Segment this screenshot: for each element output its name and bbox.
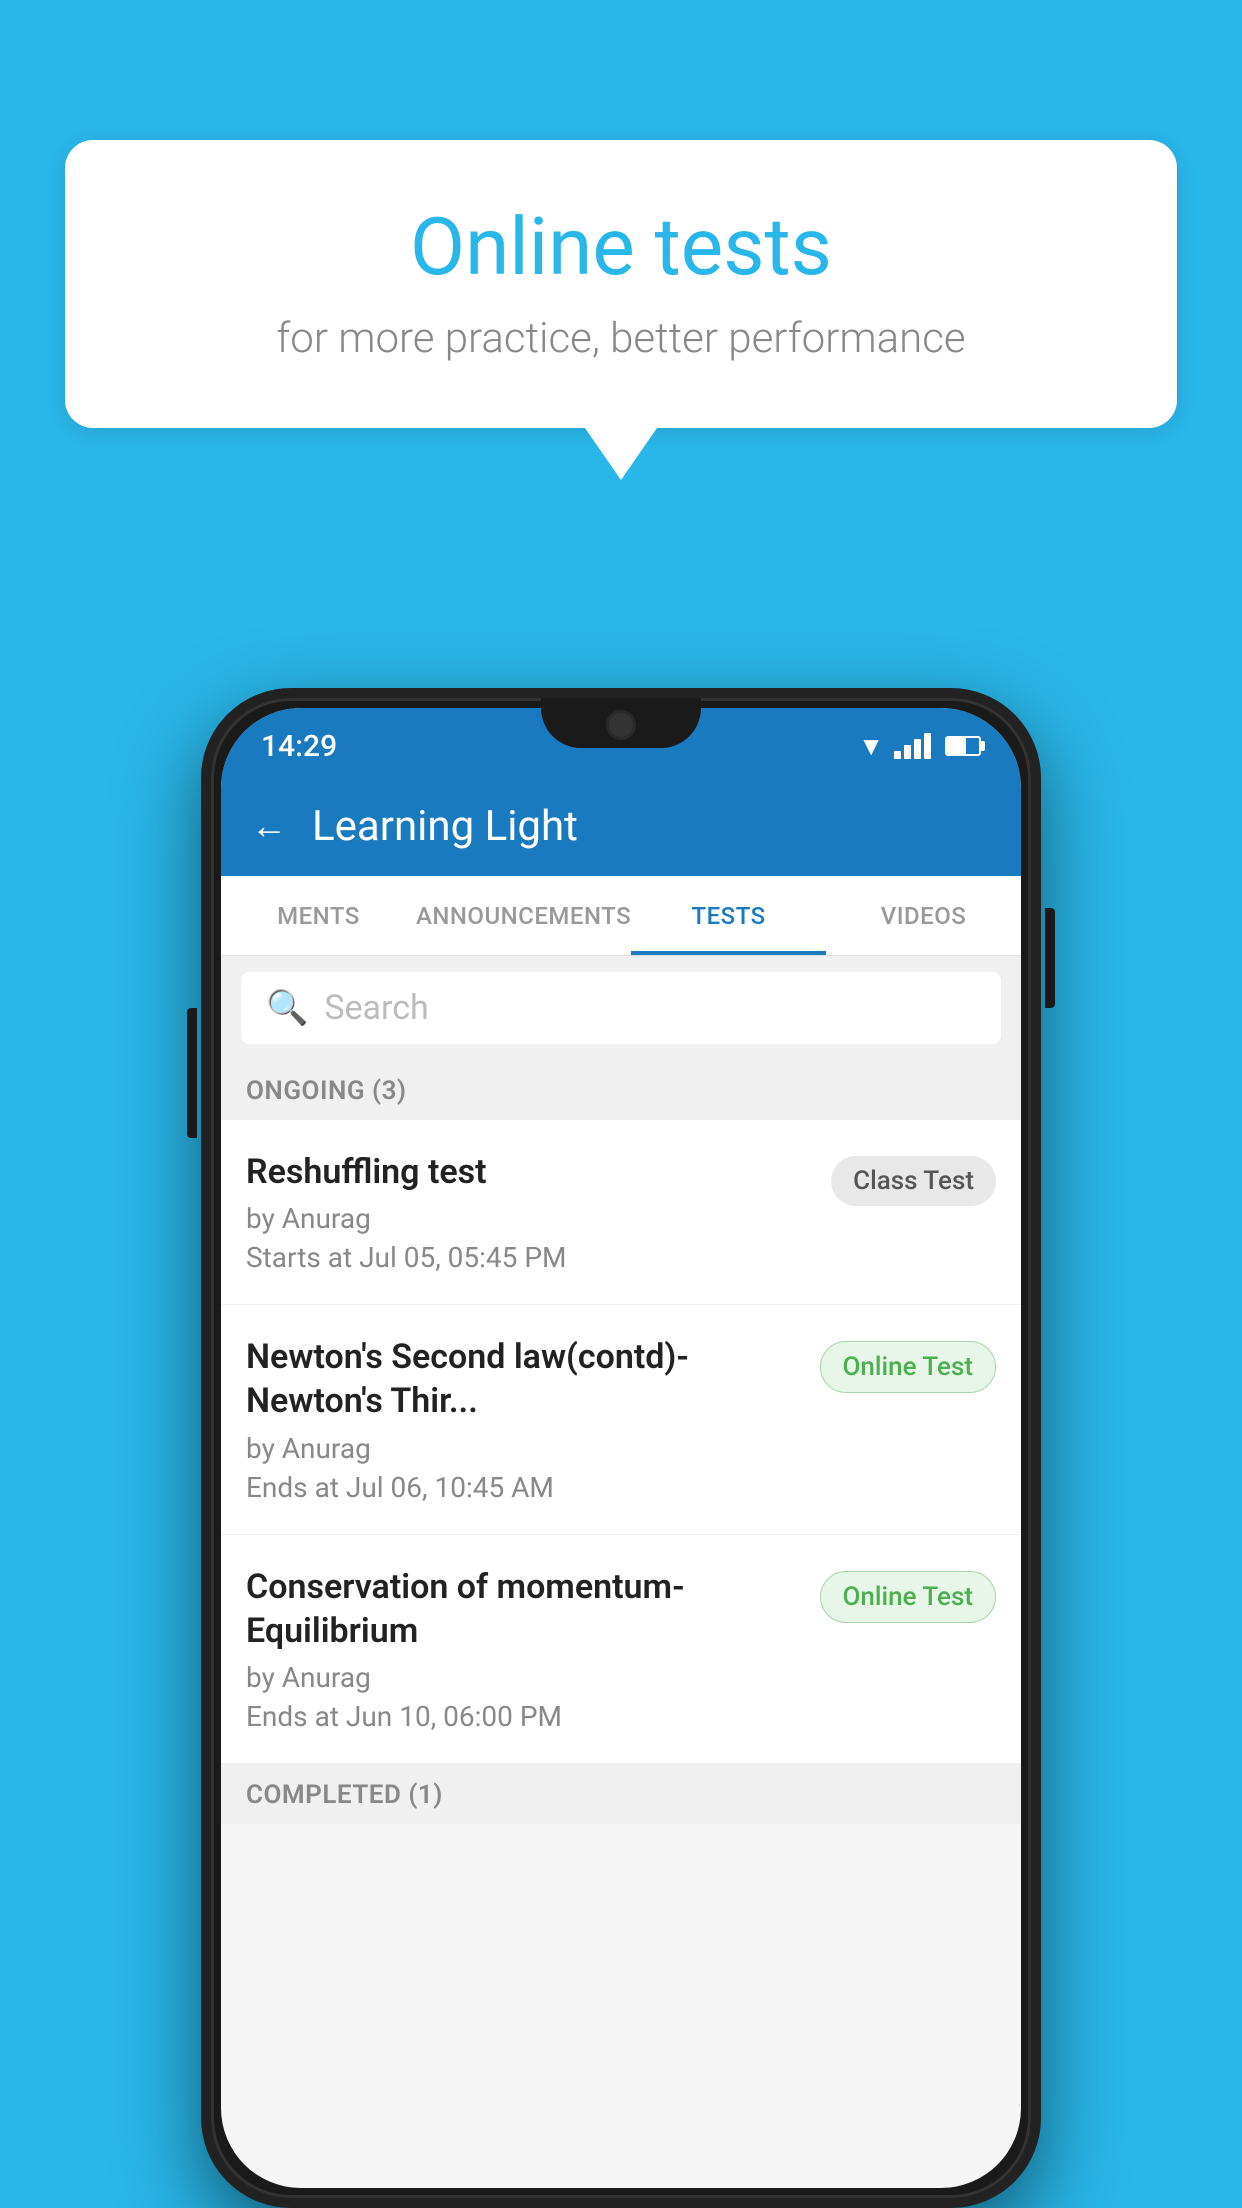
- ongoing-title: ONGOING (3): [246, 1076, 407, 1106]
- front-camera: [606, 710, 636, 740]
- search-placeholder: Search: [324, 988, 428, 1028]
- back-button[interactable]: ←: [251, 805, 287, 847]
- test-item-3[interactable]: Conservation of momentum-Equilibrium by …: [221, 1535, 1021, 1764]
- test-info-1: Reshuffling test by Anurag Starts at Jul…: [246, 1150, 811, 1274]
- phone-device: 14:29 ▼: [201, 688, 1041, 2208]
- bubble-subtitle: for more practice, better performance: [145, 314, 1097, 363]
- speech-bubble: Online tests for more practice, better p…: [65, 140, 1177, 428]
- phone-frame: 14:29 ▼: [201, 688, 1041, 2208]
- test-item-1[interactable]: Reshuffling test by Anurag Starts at Jul…: [221, 1120, 1021, 1305]
- test-info-2: Newton's Second law(contd)-Newton's Thir…: [246, 1335, 800, 1503]
- app-header: ← Learning Light: [221, 776, 1021, 876]
- tab-videos[interactable]: VIDEOS: [826, 876, 1021, 955]
- test-time-1: Starts at Jul 05, 05:45 PM: [246, 1241, 811, 1274]
- test-time-3: Ends at Jun 10, 06:00 PM: [246, 1700, 800, 1733]
- app-title: Learning Light: [312, 802, 578, 851]
- speech-bubble-section: Online tests for more practice, better p…: [65, 140, 1177, 480]
- phone-power-button: [1045, 908, 1055, 1008]
- test-author-1: by Anurag: [246, 1202, 811, 1235]
- test-badge-2: Online Test: [820, 1341, 997, 1393]
- test-badge-3: Online Test: [820, 1571, 997, 1623]
- test-author-3: by Anurag: [246, 1661, 800, 1694]
- status-time: 14:29: [261, 729, 337, 764]
- status-icons: ▼: [858, 731, 981, 762]
- test-name-2: Newton's Second law(contd)-Newton's Thir…: [246, 1335, 800, 1423]
- bubble-title: Online tests: [145, 200, 1097, 294]
- test-time-2: Ends at Jul 06, 10:45 AM: [246, 1471, 800, 1504]
- completed-title: COMPLETED (1): [246, 1780, 443, 1810]
- test-item-2[interactable]: Newton's Second law(contd)-Newton's Thir…: [221, 1305, 1021, 1534]
- test-info-3: Conservation of momentum-Equilibrium by …: [246, 1565, 800, 1733]
- signal-icon: [894, 733, 931, 759]
- test-name-3: Conservation of momentum-Equilibrium: [246, 1565, 800, 1653]
- battery-icon: [945, 736, 981, 756]
- phone-screen: 14:29 ▼: [221, 708, 1021, 2188]
- bubble-arrow: [585, 428, 657, 480]
- ongoing-section-header: ONGOING (3): [221, 1060, 1021, 1120]
- tab-ments[interactable]: MENTS: [221, 876, 416, 955]
- phone-notch: [541, 698, 701, 748]
- tab-announcements[interactable]: ANNOUNCEMENTS: [416, 876, 631, 955]
- wifi-icon: ▼: [858, 731, 884, 762]
- tab-bar: MENTS ANNOUNCEMENTS TESTS VIDEOS: [221, 876, 1021, 956]
- search-bar[interactable]: 🔍 Search: [241, 972, 1001, 1044]
- test-list: Reshuffling test by Anurag Starts at Jul…: [221, 1120, 1021, 1764]
- tab-tests[interactable]: TESTS: [631, 876, 826, 955]
- completed-section-header: COMPLETED (1): [221, 1764, 1021, 1824]
- test-author-2: by Anurag: [246, 1432, 800, 1465]
- search-container: 🔍 Search: [221, 956, 1021, 1060]
- search-icon: 🔍: [266, 988, 308, 1028]
- phone-volume-button: [187, 1008, 197, 1138]
- test-badge-1: Class Test: [831, 1156, 996, 1206]
- test-name-1: Reshuffling test: [246, 1150, 811, 1194]
